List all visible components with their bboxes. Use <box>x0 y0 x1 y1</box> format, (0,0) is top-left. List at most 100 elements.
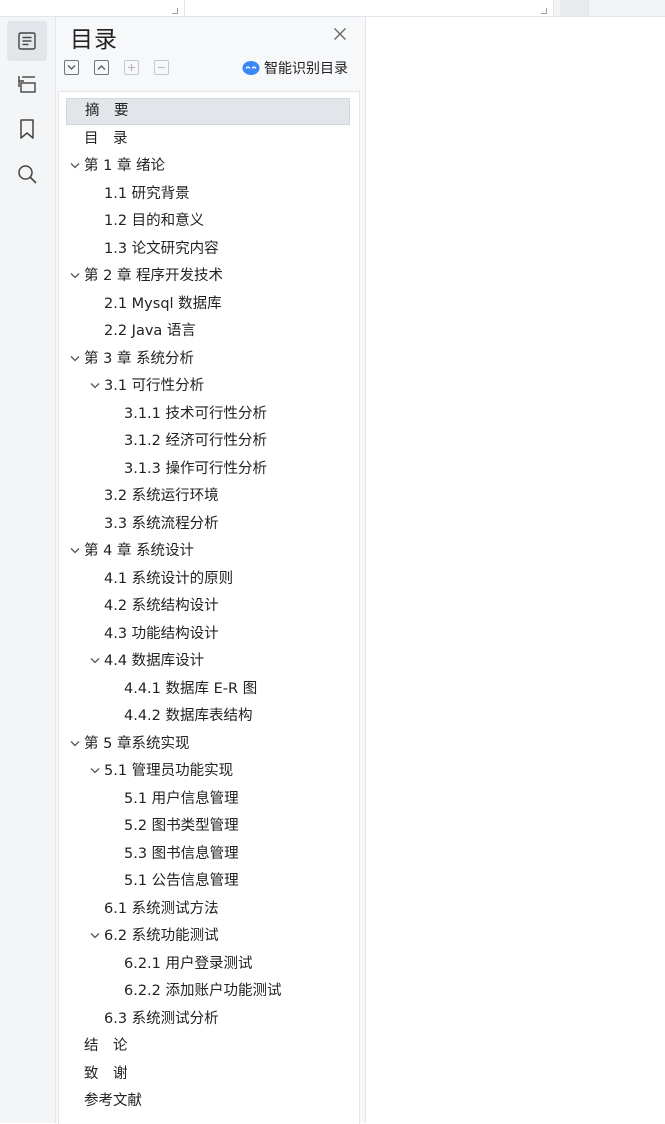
toc-item-label: 6.2 系统功能测试 <box>104 928 219 944</box>
toc-item-label: 5.2 图书类型管理 <box>124 818 239 834</box>
chevron-down-icon[interactable] <box>90 932 100 940</box>
toc-item-label: 5.1 管理员功能实现 <box>104 763 234 779</box>
toc-item[interactable]: 3.1.1 技术可行性分析 <box>66 401 350 428</box>
chevron-down-icon <box>67 65 76 70</box>
toc-item-label: 4.1 系统设计的原则 <box>104 570 234 587</box>
toc-item-label: 3.1.1 技术可行性分析 <box>124 405 268 422</box>
toc-item[interactable]: 4.4.1 数据库 E-R 图 <box>66 676 350 703</box>
smart-toc-button[interactable]: 智能识别目录 <box>242 58 348 78</box>
document-area <box>366 17 665 1123</box>
toc-item-label: 致 谢 <box>84 1065 128 1082</box>
toc-item[interactable]: 目 录 <box>66 126 350 153</box>
toc-item-label: 6.1 系统测试方法 <box>104 900 219 917</box>
toc-item-label: 第 5 章系统实现 <box>84 735 190 752</box>
collapse-all-button[interactable] <box>94 60 109 75</box>
toc-item[interactable]: 4.3 功能结构设计 <box>66 621 350 648</box>
toc-item-label: 3.3 系统流程分析 <box>104 515 219 532</box>
toc-item-label: 6.2.1 用户登录测试 <box>124 955 253 972</box>
chevron-down-icon[interactable] <box>90 657 100 665</box>
toc-item[interactable]: 摘 要 <box>66 98 350 125</box>
toc-item[interactable]: 第 3 章 系统分析 <box>66 346 350 373</box>
toc-item-label: 5.1 公告信息管理 <box>124 873 239 889</box>
toc-item[interactable]: 6.2 系统功能测试 <box>66 923 350 950</box>
toc-item-label: 第 3 章 系统分析 <box>84 350 195 367</box>
toc-item[interactable]: 6.2.1 用户登录测试 <box>66 951 350 978</box>
chevron-down-icon[interactable] <box>70 355 80 363</box>
toc-item-label: 1.1 研究背景 <box>104 185 190 202</box>
toc-item-label: 6.2.2 添加账户功能测试 <box>124 983 282 999</box>
toc-item[interactable]: 5.1 公告信息管理 <box>66 868 350 895</box>
toc-item[interactable]: 第 4 章 系统设计 <box>66 538 350 565</box>
chevron-down-icon[interactable] <box>90 767 100 775</box>
toc-item-label: 4.4.1 数据库 E-R 图 <box>124 680 258 697</box>
toc-item-label: 5.1 用户信息管理 <box>124 790 239 807</box>
search-icon <box>18 165 37 184</box>
toc-item-label: 第 1 章 绪论 <box>84 158 166 174</box>
smart-toc-icon <box>242 61 260 75</box>
toc-item[interactable]: 结 论 <box>66 1033 350 1060</box>
toc-item[interactable]: 1.3 论文研究内容 <box>66 236 350 263</box>
toc-item[interactable]: 4.4 数据库设计 <box>66 648 350 675</box>
toc-item[interactable]: 参考文献 <box>66 1088 350 1115</box>
toc-panel: 目录 智能识别目录 摘 要目 录第 1 章 绪论 1.1 研究背景 1.2 目的和意… <box>56 17 366 1124</box>
toc-item-label: 5.3 图书信息管理 <box>124 845 239 862</box>
toc-item-label: 1.2 目的和意义 <box>104 213 205 229</box>
toc-item[interactable]: 5.1 用户信息管理 <box>66 786 350 813</box>
toc-item[interactable]: 3.2 系统运行环境 <box>66 483 350 510</box>
toc-item[interactable]: 3.3 系统流程分析 <box>66 511 350 538</box>
toc-item-label: 1.3 论文研究内容 <box>104 240 219 257</box>
toc-item[interactable]: 第 1 章 绪论 <box>66 153 350 180</box>
rail-outline-button[interactable] <box>7 64 47 104</box>
toc-item[interactable]: 4.4.2 数据库表结构 <box>66 703 350 730</box>
remove-entry-button[interactable] <box>154 60 169 75</box>
chevron-down-icon[interactable] <box>70 162 80 170</box>
toc-item-label: 4.3 功能结构设计 <box>104 625 219 642</box>
toc-item[interactable]: 4.2 系统结构设计 <box>66 593 350 620</box>
toc-item[interactable]: 4.1 系统设计的原则 <box>66 566 350 593</box>
rail-bookmark-button[interactable] <box>7 109 47 149</box>
toc-item[interactable]: 5.2 图书类型管理 <box>66 813 350 840</box>
toc-item-label: 3.1.2 经济可行性分析 <box>124 433 268 449</box>
toc-item-label: 目 录 <box>84 130 128 147</box>
toc-item[interactable]: 3.1.2 经济可行性分析 <box>66 428 350 455</box>
outline-icon <box>18 76 36 93</box>
add-entry-button[interactable] <box>124 60 139 75</box>
toc-item-label: 3.1.3 操作可行性分析 <box>124 460 268 477</box>
rail-toc-button[interactable] <box>7 21 47 61</box>
chevron-down-icon[interactable] <box>70 547 80 555</box>
toc-item-label: 4.2 系统结构设计 <box>104 598 219 614</box>
toc-item[interactable]: 6.3 系统测试分析 <box>66 1006 350 1033</box>
toc-item-label: 摘 要 <box>85 103 129 119</box>
top-toolbar-strip <box>0 0 665 17</box>
toc-item[interactable]: 2.2 Java 语言 <box>66 318 350 345</box>
toc-item-label: 第 2 章 程序开发技术 <box>84 268 224 284</box>
toc-item-label: 3.2 系统运行环境 <box>104 488 219 504</box>
toc-item[interactable]: 3.1.3 操作可行性分析 <box>66 456 350 483</box>
toc-item[interactable]: 第 2 章 程序开发技术 <box>66 263 350 290</box>
toc-item[interactable]: 1.1 研究背景 <box>66 181 350 208</box>
toc-item[interactable]: 致 谢 <box>66 1061 350 1088</box>
toc-icon <box>18 32 36 50</box>
toc-item[interactable]: 6.1 系统测试方法 <box>66 896 350 923</box>
toc-item[interactable]: 第 5 章系统实现 <box>66 731 350 758</box>
toc-item[interactable]: 6.2.2 添加账户功能测试 <box>66 978 350 1005</box>
rail-search-button[interactable] <box>7 154 47 194</box>
chevron-down-icon[interactable] <box>70 740 80 748</box>
toc-item[interactable]: 2.1 Mysql 数据库 <box>66 291 350 318</box>
toc-item-label: 6.3 系统测试分析 <box>104 1010 219 1027</box>
expand-all-button[interactable] <box>64 60 79 75</box>
chevron-down-icon[interactable] <box>70 272 80 280</box>
top-field-right <box>560 0 589 16</box>
toc-item[interactable]: 5.3 图书信息管理 <box>66 841 350 868</box>
top-field-left[interactable] <box>0 0 185 16</box>
toc-item-label: 2.2 Java 语言 <box>104 323 196 339</box>
top-field-middle[interactable] <box>185 0 554 16</box>
toc-item[interactable]: 3.1 可行性分析 <box>66 373 350 400</box>
chevron-down-icon[interactable] <box>90 382 100 390</box>
toc-tree: 摘 要目 录第 1 章 绪论 1.1 研究背景 1.2 目的和意义 1.3 论文研究内… <box>58 91 360 1124</box>
toc-item[interactable]: 1.2 目的和意义 <box>66 208 350 235</box>
close-icon[interactable] <box>333 27 347 41</box>
toc-item[interactable]: 5.1 管理员功能实现 <box>66 758 350 785</box>
toc-item-label: 第 4 章 系统设计 <box>84 543 195 559</box>
panel-title: 目录 <box>70 27 118 53</box>
